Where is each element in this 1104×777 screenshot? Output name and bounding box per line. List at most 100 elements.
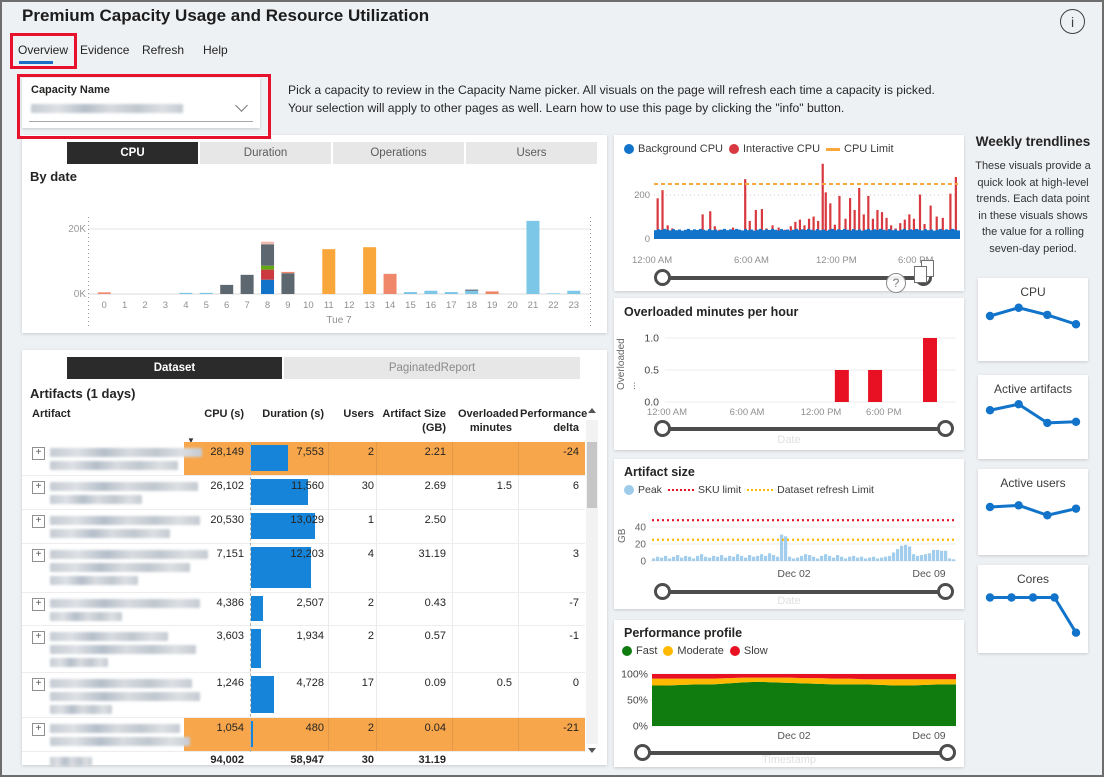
cell-duration: 480	[250, 722, 324, 734]
slider-handle-right[interactable]	[937, 420, 954, 437]
artifact-tab-paginatedreport[interactable]: PaginatedReport	[284, 357, 580, 379]
slider-handle-left[interactable]	[654, 583, 671, 600]
trend-card-cores-title: Cores	[978, 565, 1088, 586]
column-separator	[328, 593, 329, 625]
cpu-sparkline	[978, 299, 1088, 353]
col-header-artifact-size[interactable]: Artifact Size (GB)	[382, 408, 446, 436]
scrollbar-thumb[interactable]	[587, 442, 597, 508]
column-separator	[376, 626, 377, 672]
tab-evidence[interactable]: Evidence	[80, 43, 129, 57]
cell-users: 4	[332, 548, 374, 560]
expand-row-icon[interactable]: +	[32, 631, 45, 644]
svg-text:20K: 20K	[68, 224, 86, 235]
cell-size: 2.21	[382, 446, 446, 458]
column-separator	[452, 593, 453, 625]
scrollbar-up-arrow[interactable]	[588, 408, 596, 413]
expand-row-icon[interactable]: +	[32, 481, 45, 494]
col-header-performance-delta[interactable]: Performance delta	[520, 408, 579, 436]
cell-duration: 4,728	[250, 677, 324, 689]
tab-help[interactable]: Help	[203, 43, 228, 57]
column-separator	[376, 718, 377, 751]
metric-tab-operations[interactable]: Operations	[333, 142, 464, 164]
slider-track[interactable]	[662, 427, 946, 431]
slider-track[interactable]	[662, 276, 924, 280]
artifact-name-redacted	[50, 724, 180, 733]
slider-track[interactable]	[662, 590, 946, 594]
trend-card-cores[interactable]: Cores	[978, 565, 1088, 653]
expand-row-icon[interactable]: +	[32, 723, 45, 736]
performance-profile-area-chart[interactable]: 100%50%0%Dec 02Dec 09	[614, 662, 964, 744]
slider-handle-right[interactable]	[937, 583, 954, 600]
slider-handle-left[interactable]	[654, 420, 671, 437]
column-separator	[376, 442, 377, 475]
table-row[interactable]: +20,53013,02912.50	[22, 510, 585, 544]
copy-visual-icon[interactable]	[914, 260, 938, 286]
cell-cpu: 7,151	[172, 548, 244, 560]
expand-row-icon[interactable]: +	[32, 515, 45, 528]
metric-tab-cpu[interactable]: CPU	[67, 142, 198, 164]
metric-tab-users[interactable]: Users	[466, 142, 597, 164]
svg-text:3: 3	[163, 300, 168, 311]
slider-handle-left[interactable]	[634, 744, 651, 761]
svg-text:20: 20	[635, 540, 647, 551]
svg-text:100%: 100%	[621, 669, 648, 681]
slider-handle-right[interactable]	[939, 744, 956, 761]
table-row[interactable]: +7,15112,203431.193	[22, 544, 585, 593]
column-separator	[518, 544, 519, 592]
by-date-bar-chart[interactable]: 20K0K01234567891011121314151617181920212…	[22, 187, 607, 331]
table-row[interactable]: +1,05448020.04-21	[22, 718, 585, 752]
trend-card-active-users[interactable]: Active users	[978, 469, 1088, 555]
svg-text:20: 20	[507, 300, 518, 311]
table-row[interactable]: +26,10211,560302.691.56	[22, 476, 585, 510]
overloaded-time-range-slider[interactable]	[654, 420, 954, 437]
svg-text:1: 1	[122, 300, 127, 311]
artifact-size-bar-chart[interactable]: 02040Dec 02Dec 09	[614, 499, 964, 583]
expand-row-icon[interactable]: +	[32, 447, 45, 460]
cpu-timeline-chart[interactable]: 2000	[614, 161, 964, 253]
cell-duration: 2,507	[250, 597, 324, 609]
column-separator	[518, 510, 519, 543]
svg-text:5: 5	[204, 300, 209, 311]
page-title: Premium Capacity Usage and Resource Util…	[22, 6, 429, 26]
table-row[interactable]: +1,2464,728170.090.50	[22, 673, 585, 718]
legend-dataset-refresh-limit: Dataset refresh Limit	[747, 484, 874, 496]
scrollbar-down-arrow[interactable]	[588, 748, 596, 753]
table-row[interactable]: +3,6031,93420.57-1	[22, 626, 585, 673]
table-row[interactable]: +4,3862,50720.43-7	[22, 593, 585, 626]
svg-text:0K: 0K	[74, 289, 87, 300]
column-separator	[328, 673, 329, 717]
artifact-tab-dataset[interactable]: Dataset	[67, 357, 282, 379]
info-icon[interactable]: i	[1060, 9, 1085, 34]
svg-text:21: 21	[528, 300, 539, 311]
svg-text:0: 0	[645, 234, 650, 245]
performance-time-range-slider[interactable]	[634, 744, 956, 761]
metric-tab-duration[interactable]: Duration	[200, 142, 331, 164]
col-header-duration[interactable]: Duration (s)	[250, 408, 324, 422]
col-header-users[interactable]: Users	[332, 408, 374, 422]
svg-text:23: 23	[569, 300, 580, 311]
total-cpu: 94,002	[172, 754, 244, 766]
cell-users: 2	[332, 597, 374, 609]
slider-handle-left[interactable]	[654, 269, 671, 286]
trend-card-active-artifacts[interactable]: Active artifacts	[978, 375, 1088, 459]
svg-text:18: 18	[466, 300, 477, 311]
trend-card-cpu[interactable]: CPU	[978, 278, 1088, 361]
cell-size: 31.19	[382, 548, 446, 560]
overloaded-bar-chart[interactable]: 0.00.51.012:00 AM6:00 AM12:00 PM6:00 PM	[614, 324, 964, 420]
artifact-size-time-range-slider[interactable]	[654, 583, 954, 600]
help-icon[interactable]: ?	[886, 273, 906, 293]
table-row[interactable]: +28,1497,55322.21-24	[22, 442, 585, 476]
tab-refresh[interactable]: Refresh	[142, 43, 184, 57]
cell-cpu: 1,246	[172, 677, 244, 689]
slider-track[interactable]	[642, 751, 948, 755]
column-separator	[328, 626, 329, 672]
col-header-cpu[interactable]: CPU (s)	[172, 408, 244, 422]
expand-row-icon[interactable]: +	[32, 549, 45, 562]
cell-users: 2	[332, 722, 374, 734]
expand-row-icon[interactable]: +	[32, 678, 45, 691]
col-header-artifact[interactable]: Artifact	[32, 408, 71, 422]
artifacts-visual: Dataset PaginatedReport Artifacts (1 day…	[22, 350, 607, 765]
col-header-overloaded[interactable]: Overloaded minutes	[458, 408, 512, 436]
svg-text:0%: 0%	[633, 721, 648, 733]
expand-row-icon[interactable]: +	[32, 598, 45, 611]
